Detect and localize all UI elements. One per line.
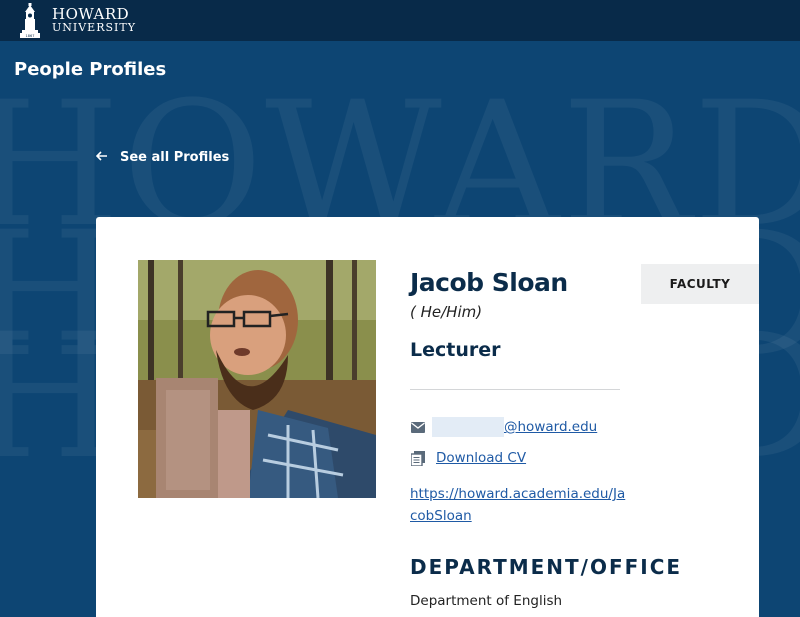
logo-line-2: UNIVERSITY	[52, 21, 136, 34]
top-bar: 1867 HOWARD UNIVERSITY	[0, 0, 800, 41]
page-title: People Profiles	[14, 59, 167, 80]
logo-wordmark: HOWARD UNIVERSITY	[52, 7, 136, 35]
department-value: Department of English	[410, 593, 563, 609]
divider	[410, 389, 620, 390]
cv-row: Download CV	[410, 450, 526, 466]
logo-line-1: HOWARD	[52, 5, 130, 23]
academia-profile-link[interactable]: https://howard.academia.edu/JacobSloan	[410, 483, 632, 527]
profile-card: FACULTY Jacob Sloan ( He/Him) Lecturer @…	[96, 217, 759, 617]
logo-year: 1867	[26, 34, 35, 38]
download-cv-link[interactable]: Download CV	[436, 450, 526, 466]
department-heading: DEPARTMENT/OFFICE	[410, 555, 683, 579]
university-logo[interactable]: 1867 HOWARD UNIVERSITY	[18, 3, 136, 39]
redacted-email-user	[432, 417, 504, 437]
faculty-badge: FACULTY	[641, 264, 759, 304]
profile-title: Lecturer	[410, 339, 501, 361]
profile-photo	[138, 260, 376, 498]
email-link[interactable]: @howard.edu	[504, 419, 597, 435]
email-row: @howard.edu	[410, 417, 597, 437]
see-all-profiles-label: See all Profiles	[120, 150, 230, 165]
envelope-icon	[410, 419, 426, 435]
tower-icon: 1867	[18, 3, 42, 39]
document-icon	[410, 450, 426, 466]
see-all-profiles-link[interactable]: See all Profiles	[95, 150, 230, 165]
profile-pronouns: ( He/Him)	[410, 303, 483, 321]
profile-name: Jacob Sloan	[410, 268, 568, 297]
arrow-left-icon	[95, 150, 120, 165]
